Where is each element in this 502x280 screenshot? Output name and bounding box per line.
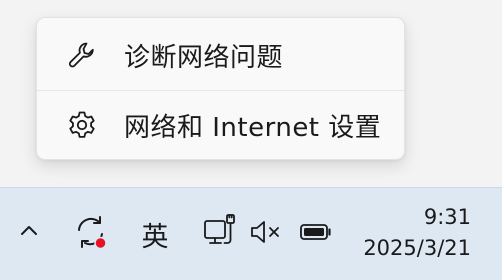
- gear-icon: [65, 108, 99, 142]
- menu-item-label: 网络和 Internet 设置: [124, 112, 382, 143]
- clock-time: 9:31: [423, 205, 471, 229]
- taskbar: 英 9:31 2025/3/21: [0, 187, 502, 280]
- sync-tray-button[interactable]: [70, 214, 112, 254]
- network-context-menu: 诊断网络问题 网络和 Internet 设置: [36, 17, 405, 160]
- show-hidden-icons-button[interactable]: [12, 216, 46, 250]
- menu-item-label: 诊断网络问题: [124, 42, 284, 73]
- network-ethernet-icon: [200, 211, 240, 255]
- network-tray-button[interactable]: [199, 212, 241, 254]
- clock-date: 2025/3/21: [363, 236, 471, 260]
- menu-item-network-settings[interactable]: 网络和 Internet 设置: [37, 90, 404, 160]
- sync-icon: [71, 212, 111, 256]
- input-method-button[interactable]: 英: [133, 214, 177, 254]
- menu-item-diagnose-network[interactable]: 诊断网络问题: [37, 20, 404, 90]
- chevron-up-icon: [18, 220, 40, 246]
- battery-tray-button[interactable]: [296, 218, 336, 250]
- volume-tray-button[interactable]: [247, 218, 287, 250]
- volume-muted-icon: [248, 217, 286, 251]
- wrench-icon: [65, 38, 99, 72]
- battery-icon: [297, 217, 335, 251]
- clock-button[interactable]: 9:31 2025/3/21: [341, 202, 471, 264]
